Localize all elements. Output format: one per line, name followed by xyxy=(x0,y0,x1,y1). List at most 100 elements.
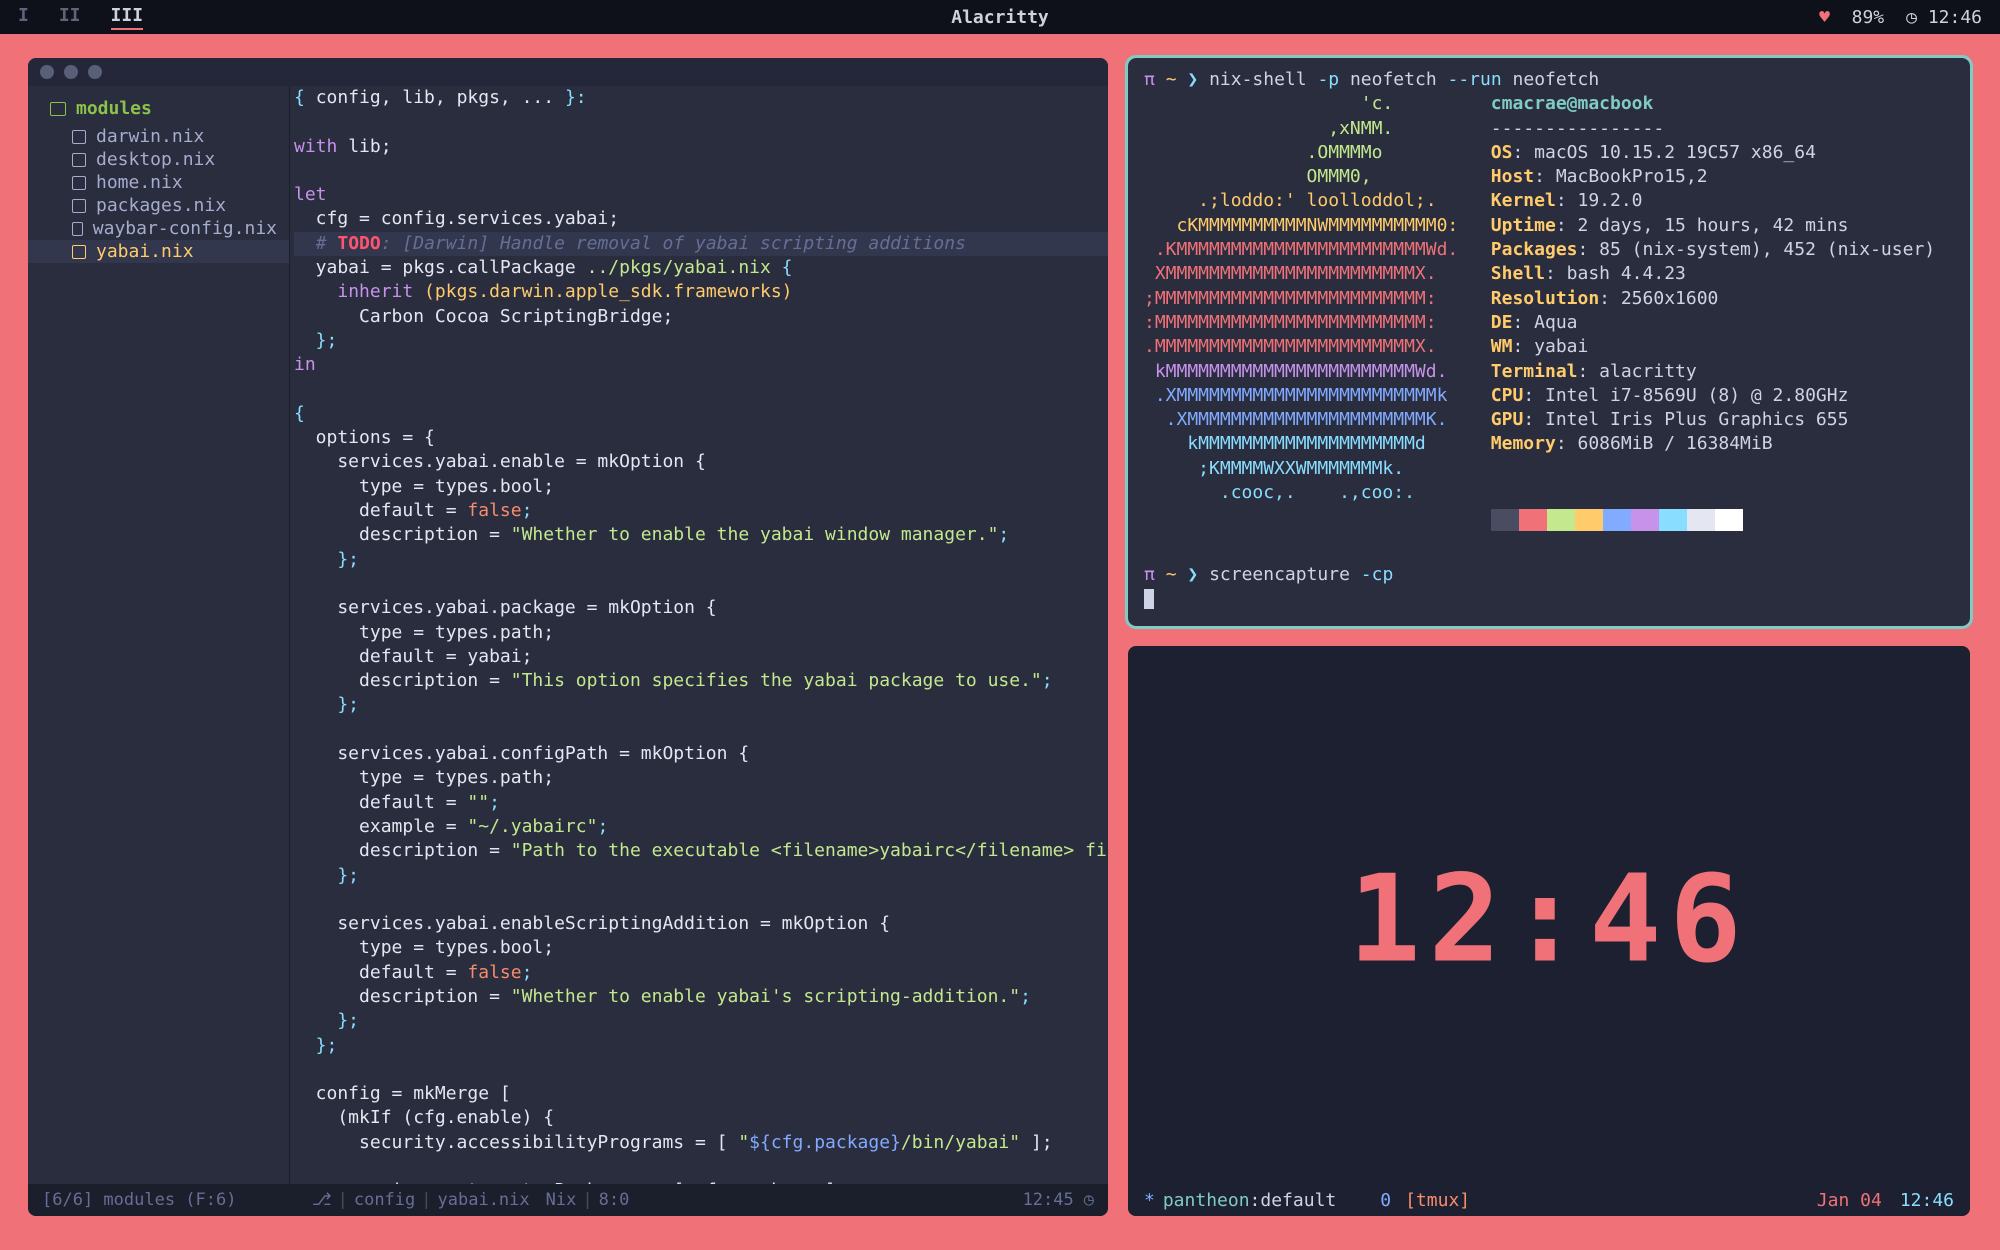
code-text: yabai = pkgs.callPackage xyxy=(294,257,587,278)
tmux-window[interactable]: 12:46 * pantheon:default 0 [tmux] Jan 04… xyxy=(1128,646,1970,1216)
code-text: # xyxy=(316,233,338,254)
tree-file[interactable]: packages.nix xyxy=(28,194,289,217)
code-text: services.yabai.package = mkOption { xyxy=(294,597,717,618)
code-text: type = types.path; xyxy=(294,767,554,788)
status-tree-info: [6/6] modules (F:6) xyxy=(42,1190,304,1210)
window-title: Alacritty xyxy=(951,7,1049,28)
code-text: }; xyxy=(294,330,337,351)
status-path-2: yabai.nix xyxy=(438,1190,530,1210)
status-path-1: config xyxy=(354,1190,415,1210)
folder-icon xyxy=(50,102,66,116)
workspace-1[interactable]: I xyxy=(18,5,29,30)
terminal-body[interactable]: π ~ ❯ nix-shell -p neofetch --run neofet… xyxy=(1128,58,1970,624)
code-text: in xyxy=(294,354,316,375)
terminal-window[interactable]: π ~ ❯ nix-shell -p neofetch --run neofet… xyxy=(1128,58,1970,626)
code-editor[interactable]: { config, lib, pkgs, ... }: with lib; le… xyxy=(290,86,1108,1184)
menubar-clock: ◷ 12:46 xyxy=(1906,7,1982,28)
tree-root-label: modules xyxy=(76,98,152,119)
tree-file-label: packages.nix xyxy=(96,195,226,216)
battery-pct: 89% xyxy=(1852,7,1885,28)
code-text: "Whether to enable yabai's scripting-add… xyxy=(511,986,1020,1007)
code-text: TODO xyxy=(337,233,380,254)
code-text: ; xyxy=(1020,986,1031,1007)
tmux-window-index[interactable]: 0 xyxy=(1380,1190,1391,1211)
code-text: "Whether to enable the yabai window mana… xyxy=(511,524,999,545)
tmux-time: 12:46 xyxy=(1900,1190,1954,1211)
code-text: services.yabai.enable = mkOption { xyxy=(294,451,706,472)
code-text: description = xyxy=(294,524,511,545)
code-text: ; xyxy=(1042,670,1053,691)
code-text: ${cfg.package} xyxy=(749,1132,901,1153)
code-text: default = xyxy=(294,792,467,813)
tree-file[interactable]: desktop.nix xyxy=(28,148,289,171)
code-text: "~/.yabairc" xyxy=(467,816,597,837)
code-text: type = types.path; xyxy=(294,622,554,643)
tree-root[interactable]: modules xyxy=(28,94,289,125)
battery-indicator: ♥ 89% xyxy=(1819,7,1884,28)
code-text: ; xyxy=(489,792,500,813)
editor-statusbar: [6/6] modules (F:6) ⎇ | config | yabai.n… xyxy=(28,1184,1108,1216)
code-text: example = xyxy=(294,816,467,837)
code-text: services.yabai.enableScriptingAddition =… xyxy=(294,913,890,934)
code-text: default = xyxy=(294,500,467,521)
code-text: with xyxy=(294,136,337,157)
status-cursor-pos: 8:0 xyxy=(599,1190,630,1210)
code-text: { xyxy=(294,403,305,424)
code-text: Carbon Cocoa ScriptingBridge; xyxy=(294,306,673,327)
code-text: services.yabai.configPath = mkOption { xyxy=(294,743,749,764)
tree-file-active[interactable]: yabai.nix xyxy=(28,240,289,263)
menubar: I II III Alacritty ♥ 89% ◷ 12:46 xyxy=(0,0,2000,34)
code-text: ; xyxy=(998,524,1009,545)
code-text: " xyxy=(738,1132,749,1153)
code-text: }; xyxy=(294,1010,359,1031)
code-text xyxy=(294,281,337,302)
code-text: false xyxy=(467,962,521,983)
code-text: { xyxy=(294,87,316,108)
tmux-session: :default xyxy=(1250,1190,1337,1211)
tree-file-label: home.nix xyxy=(96,172,183,193)
clock-icon: ◷ xyxy=(1084,1190,1094,1210)
file-icon xyxy=(72,245,86,259)
code-text: false xyxy=(467,500,521,521)
tmux-window-name[interactable]: [tmux] xyxy=(1405,1190,1470,1211)
tmux-statusbar: * pantheon:default 0 [tmux] Jan 04 12:46 xyxy=(1128,1184,1970,1216)
code-text: "Path to the executable <filename>yabair… xyxy=(511,840,1108,861)
menubar-clock-value: 12:46 xyxy=(1928,7,1982,28)
code-text: (mkIf (cfg.enable) { xyxy=(294,1107,554,1128)
traffic-max-icon[interactable] xyxy=(88,65,102,79)
tree-file[interactable]: darwin.nix xyxy=(28,125,289,148)
status-lang: Nix xyxy=(546,1190,577,1210)
file-icon xyxy=(72,199,86,213)
workspace-2[interactable]: II xyxy=(59,5,81,30)
code-text: description = xyxy=(294,986,511,1007)
workspace-3[interactable]: III xyxy=(111,5,144,30)
file-tree[interactable]: modules darwin.nix desktop.nix home.nix … xyxy=(28,86,290,1184)
code-text: ; xyxy=(597,816,608,837)
tree-file[interactable]: waybar-config.nix xyxy=(28,217,289,240)
tree-file-label: darwin.nix xyxy=(96,126,204,147)
code-text: /bin/yabai" xyxy=(901,1132,1020,1153)
code-text: ]; xyxy=(1020,1132,1053,1153)
tree-file-label: waybar-config.nix xyxy=(93,218,277,239)
code-text: config, lib, pkgs, ... xyxy=(316,87,565,108)
git-branch-icon: ⎇ xyxy=(312,1190,332,1210)
code-text: let xyxy=(294,184,327,205)
traffic-min-icon[interactable] xyxy=(64,65,78,79)
code-text: lib; xyxy=(337,136,391,157)
editor-titlebar[interactable] xyxy=(28,58,1108,86)
code-text: { xyxy=(771,257,793,278)
code-text: cfg = config.services.yabai; xyxy=(294,208,619,229)
code-text: type = types.bool; xyxy=(294,476,554,497)
code-text: : [Darwin] Handle removal of yabai scrip… xyxy=(381,233,966,254)
tree-file[interactable]: home.nix xyxy=(28,171,289,194)
code-text: ; xyxy=(522,500,533,521)
code-text xyxy=(294,233,316,254)
code-text: description = xyxy=(294,670,511,691)
code-text: security.accessibilityPrograms = [ xyxy=(294,1132,738,1153)
code-text: config = mkMerge [ xyxy=(294,1083,511,1104)
code-text: options = { xyxy=(294,427,435,448)
big-clock: 12:46 xyxy=(1348,850,1749,989)
traffic-close-icon[interactable] xyxy=(40,65,54,79)
clock-icon: ◷ xyxy=(1906,7,1917,28)
file-icon xyxy=(72,176,86,190)
